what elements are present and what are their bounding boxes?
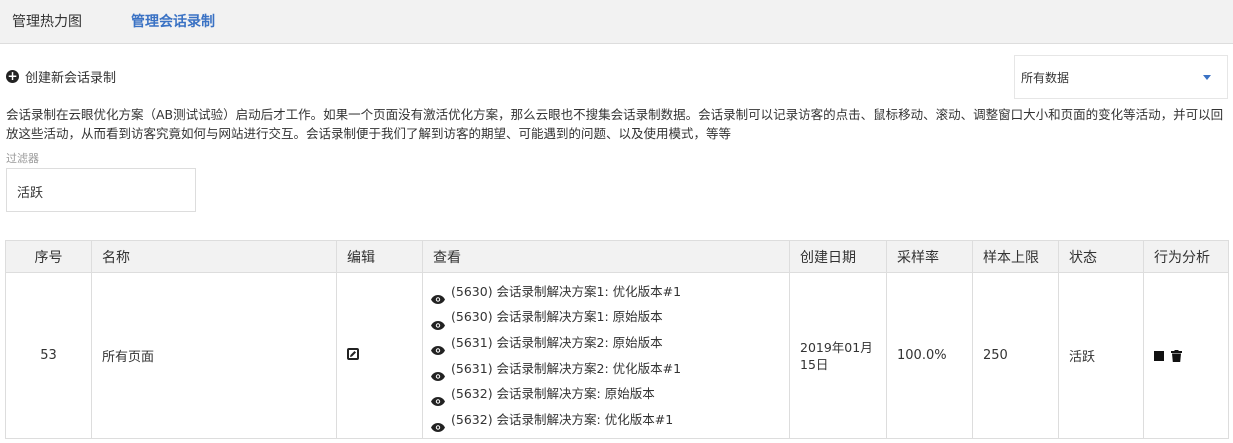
header-sample-limit: 样本上限 (972, 240, 1059, 273)
view-link[interactable]: (5632) 会话录制解决方案: 优化版本#1 (431, 407, 789, 433)
cell-name: 所有页面 (91, 272, 337, 439)
eye-icon (431, 313, 445, 330)
view-link[interactable]: (5632) 会话录制解决方案: 原始版本 (431, 381, 789, 407)
table-row: 53 所有页面 (5630) 会话录制解决方案1: 优化版本#1 (5630) … (5, 272, 1229, 439)
tab-manage-session-recording[interactable]: 管理会话录制 (131, 11, 215, 31)
create-session-recording-button[interactable]: + 创建新会话录制 (6, 67, 116, 86)
filter-label: 过滤器 (6, 152, 39, 165)
table-header-row: 序号 名称 编辑 查看 创建日期 采样率 样本上限 状态 行为分析 (5, 240, 1229, 273)
session-recording-table: 序号 名称 编辑 查看 创建日期 采样率 样本上限 状态 行为分析 53 所有页… (5, 240, 1229, 439)
chevron-down-icon (1203, 75, 1211, 80)
eye-icon (431, 389, 445, 407)
tab-bar: 管理热力图 管理会话录制 (0, 0, 1233, 44)
view-link[interactable]: (5631) 会话录制解决方案2: 优化版本#1 (431, 356, 789, 382)
filter-value: 活跃 (17, 186, 44, 201)
stop-icon[interactable] (1154, 350, 1164, 361)
cell-views: (5630) 会话录制解决方案1: 优化版本#1 (5630) 会话录制解决方案… (422, 272, 790, 439)
data-scope-value: 所有数据 (1021, 71, 1070, 85)
header-seq: 序号 (5, 240, 92, 273)
header-sample-rate: 采样率 (886, 240, 973, 273)
view-link[interactable]: (5630) 会话录制解决方案1: 优化版本#1 (431, 279, 789, 305)
view-link-label: (5631) 会话录制解决方案2: 优化版本#1 (451, 360, 682, 376)
header-created: 创建日期 (789, 240, 887, 273)
view-link-label: (5631) 会话录制解决方案2: 原始版本 (451, 334, 663, 350)
view-link[interactable]: (5631) 会话录制解决方案2: 原始版本 (431, 330, 789, 356)
cell-analysis (1143, 272, 1229, 439)
view-link-label: (5630) 会话录制解决方案1: 优化版本#1 (451, 283, 682, 299)
description-text: 会话录制在云眼优化方案（AB测试试验）启动后才工作。如果一个页面没有激活优化方案… (6, 107, 1224, 141)
eye-icon (431, 364, 445, 381)
eye-icon (431, 415, 445, 432)
cell-edit (336, 272, 423, 439)
cell-status: 活跃 (1058, 272, 1144, 439)
header-status: 状态 (1058, 240, 1144, 273)
filter-input[interactable]: 活跃 (6, 168, 196, 212)
header-name: 名称 (91, 240, 337, 273)
view-link-label: (5632) 会话录制解决方案: 优化版本#1 (451, 411, 674, 427)
eye-icon (431, 287, 445, 305)
view-link[interactable]: (5630) 会话录制解决方案1: 原始版本 (431, 304, 789, 330)
header-view: 查看 (422, 240, 790, 273)
header-edit: 编辑 (336, 240, 423, 273)
cell-created: 2019年01月15日 (789, 272, 887, 439)
tab-manage-heatmap[interactable]: 管理热力图 (12, 11, 82, 31)
trash-icon[interactable] (1171, 349, 1183, 362)
create-session-recording-label: 创建新会话录制 (25, 71, 117, 86)
header-analysis: 行为分析 (1143, 240, 1229, 273)
edit-icon[interactable] (347, 347, 359, 360)
eye-icon (431, 338, 445, 356)
data-scope-select[interactable]: 所有数据 (1014, 55, 1228, 99)
cell-sample-limit: 250 (972, 272, 1059, 439)
plus-circle-icon: + (6, 69, 19, 83)
view-link-label: (5630) 会话录制解决方案1: 原始版本 (451, 309, 663, 325)
cell-sample-rate: 100.0% (886, 272, 973, 439)
view-link-label: (5632) 会话录制解决方案: 原始版本 (451, 386, 655, 402)
cell-seq: 53 (5, 272, 92, 439)
